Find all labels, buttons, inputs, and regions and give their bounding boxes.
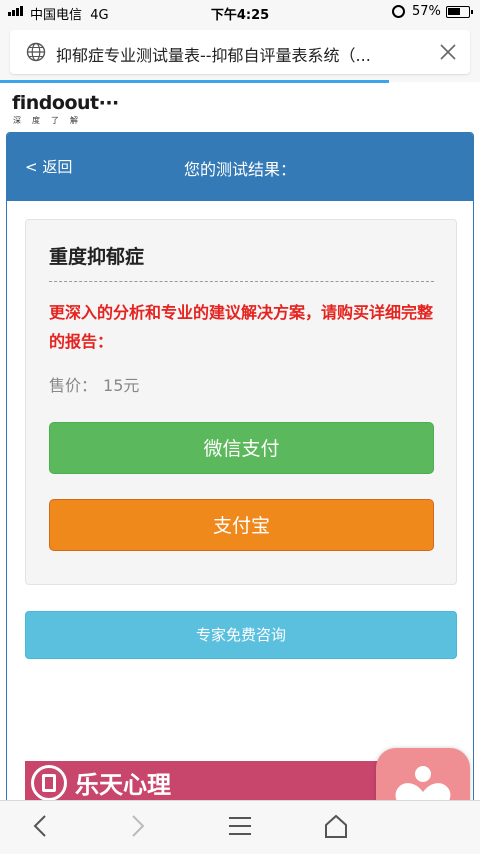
globe-icon: [26, 42, 46, 62]
banner-name: 乐天心理: [75, 771, 171, 799]
logo-tagline: 深度了解: [13, 116, 89, 125]
free-consult-button[interactable]: 专家免费咨询: [25, 611, 457, 659]
browser-toolbar: 抑郁症专业测试量表--抑郁自评量表系统（...: [0, 24, 480, 82]
page-title: 抑郁症专业测试量表--抑郁自评量表系统（...: [56, 46, 371, 65]
battery-icon: [446, 6, 473, 18]
status-bar: 中国电信 4G 下午4:25 57%: [0, 0, 480, 24]
close-icon[interactable]: [438, 42, 458, 62]
result-level: 重度抑郁症: [49, 246, 145, 268]
price-value: 15元: [103, 376, 140, 395]
dashed-divider: [49, 281, 434, 282]
rotation-lock-icon: [392, 5, 405, 18]
result-panel: < 返回 您的测试结果： 重度抑郁症 更深入的分析和专业的建议解决方案，请购买详…: [6, 132, 474, 832]
wechat-pay-button[interactable]: 微信支付: [49, 422, 434, 474]
purchase-notice: 更深入的分析和专业的建议解决方案，请购买详细完整的报告：: [49, 303, 434, 351]
price-label: 售价：: [49, 376, 98, 395]
home-icon[interactable]: [323, 813, 349, 839]
bottom-navigation: [0, 800, 480, 854]
panel-header: < 返回 您的测试结果：: [7, 133, 473, 201]
menu-icon[interactable]: [227, 813, 253, 839]
status-time: 下午4:25: [210, 8, 270, 23]
forward-arrow-icon[interactable]: [124, 813, 150, 839]
battery-percent: 57%: [412, 4, 441, 19]
price-line: 售价： 15元: [49, 372, 139, 396]
banner-logo-icon: [31, 765, 67, 801]
site-logo[interactable]: findoout··· 深度了解: [12, 92, 119, 126]
alipay-button[interactable]: 支付宝: [49, 499, 434, 551]
back-arrow-icon[interactable]: [28, 813, 54, 839]
logo-brand: findoout···: [12, 92, 119, 114]
result-card: 重度抑郁症 更深入的分析和专业的建议解决方案，请购买详细完整的报告： 售价： 15…: [25, 219, 457, 585]
panel-title: 您的测试结果：: [183, 160, 296, 179]
page-load-progress: [0, 80, 389, 83]
address-bar[interactable]: 抑郁症专业测试量表--抑郁自评量表系统（...: [10, 30, 470, 74]
